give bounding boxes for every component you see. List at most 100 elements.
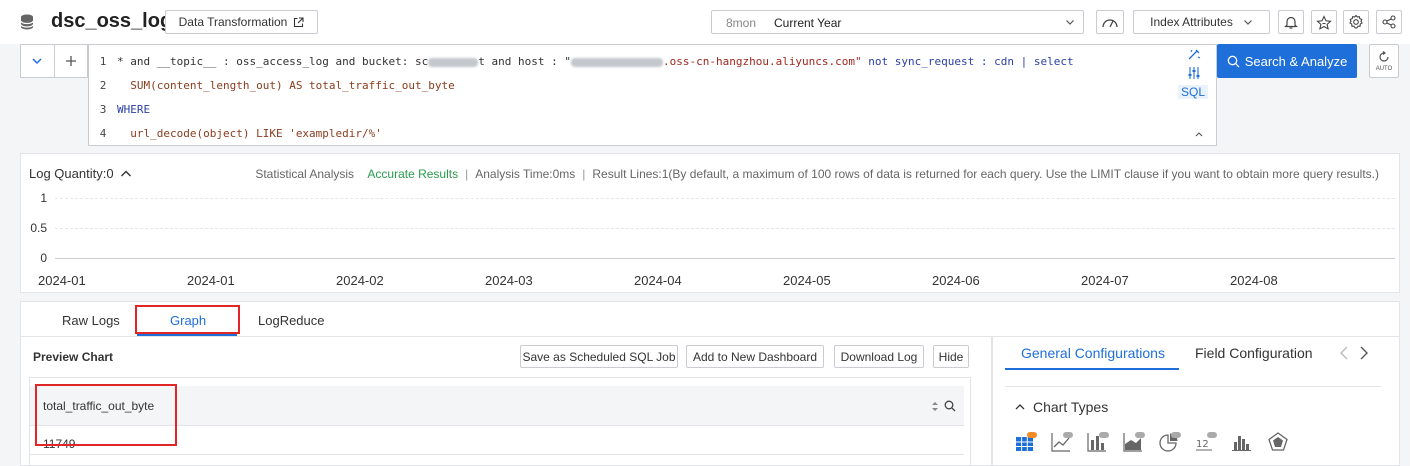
editor-tools (1180, 49, 1208, 80)
search-icon (1227, 55, 1240, 67)
column-tools (931, 400, 956, 412)
table-chart-icon[interactable] (1015, 432, 1037, 452)
collapse-query-button[interactable] (21, 45, 55, 77)
star-icon (1316, 14, 1332, 30)
result-table: total_traffic_out_byte 11749 (29, 377, 971, 466)
chevron-down-icon (1243, 20, 1252, 25)
grid-line (55, 198, 1395, 199)
preview-chart-panel: Preview Chart Save as Scheduled SQL Job … (20, 337, 992, 466)
time-range-badge: 8mon (726, 16, 757, 30)
index-attributes-label: Index Attributes (1150, 15, 1233, 29)
share-button[interactable] (1376, 10, 1402, 34)
chart-types-title: Chart Types (1033, 399, 1109, 415)
code-line-1: 1 * and __topic__ : oss_access_log and bu… (99, 55, 1074, 68)
auto-refresh-button[interactable]: AUTO (1369, 44, 1399, 78)
chevron-up-icon[interactable] (1194, 129, 1204, 139)
speedometer-icon (1102, 19, 1118, 28)
alert-bell-button[interactable] (1278, 10, 1304, 34)
speedometer-button[interactable] (1096, 10, 1124, 34)
y-tick-label: 0 (40, 251, 47, 265)
external-link-icon (294, 16, 304, 27)
tab-field-configuration[interactable]: Field Configuration (1195, 345, 1313, 361)
chevron-right-icon[interactable] (1359, 345, 1369, 361)
download-log-button[interactable]: Download Log (834, 345, 924, 368)
filter-sliders-icon[interactable] (1187, 66, 1201, 80)
x-tick-label: 2024-05 (783, 273, 831, 288)
x-tick-label: 2024-03 (485, 273, 533, 288)
hide-button[interactable]: Hide (933, 345, 969, 368)
code-line-1-part-b: t and host : " (478, 55, 571, 68)
gear-icon (1349, 14, 1363, 29)
search-icon[interactable] (944, 400, 956, 412)
histogram-chart-icon[interactable] (1231, 432, 1253, 452)
y-tick-label: 1 (40, 191, 47, 205)
bar-chart-icon[interactable] (1087, 432, 1109, 452)
active-tab-underline (137, 334, 237, 336)
index-attributes-button[interactable]: Index Attributes (1133, 10, 1270, 34)
settings-button[interactable] (1343, 10, 1369, 34)
chart-type-list: 12 (1015, 432, 1289, 452)
chart-types-toggle[interactable]: Chart Types (1015, 399, 1108, 415)
log-quantity-toggle[interactable]: Log Quantity:0 (29, 166, 132, 181)
radar-chart-icon[interactable] (1267, 432, 1289, 452)
x-tick-label: 2024-02 (336, 273, 384, 288)
refresh-icon (1379, 51, 1389, 62)
sql-tag[interactable]: SQL (1177, 85, 1208, 99)
tab-raw-logs[interactable]: Raw Logs (62, 313, 120, 328)
config-tab-nav (1339, 345, 1369, 361)
time-range-value: Current Year (774, 16, 842, 30)
grid-line (55, 228, 1395, 229)
preview-chart-title: Preview Chart (33, 350, 114, 364)
chevron-left-icon[interactable] (1339, 345, 1349, 361)
logstore-name: dsc_oss_log (51, 10, 173, 32)
single-value-icon[interactable]: 12 (1195, 432, 1217, 452)
redacted-bucket (428, 57, 479, 67)
code-line-1-part-a: * and __topic__ : oss_access_log and buc… (117, 55, 429, 68)
data-transformation-button[interactable]: Data Transformation (165, 10, 318, 34)
search-analyze-label: Search & Analyze (1244, 53, 1348, 69)
x-tick-label: 2024-06 (932, 273, 980, 288)
y-tick-label: 0.5 (30, 221, 47, 235)
chevron-down-icon (1066, 20, 1074, 25)
auto-label: AUTO (1375, 66, 1393, 72)
code-line-4-text: url_decode(object) LIKE 'exampledir/%' (130, 127, 382, 140)
add-query-button[interactable] (55, 45, 88, 77)
code-line-4: 4 url_decode(object) LIKE 'exampledir/%' (99, 127, 382, 140)
analysis-time-label: Analysis Time:0ms (475, 167, 576, 181)
chevron-up-icon (120, 170, 131, 176)
plus-icon (65, 56, 76, 66)
search-analyze-button[interactable]: Search & Analyze (1217, 44, 1357, 78)
code-line-3: 3 WHERE (99, 103, 151, 116)
query-editor[interactable]: 1 * and __topic__ : oss_access_log and bu… (88, 44, 1217, 146)
pie-chart-icon[interactable] (1159, 432, 1181, 452)
bell-icon (1284, 16, 1298, 29)
top-header: dsc_oss_log Data Transformation 8mon Cur… (0, 0, 1410, 44)
magic-wand-icon[interactable] (1187, 49, 1201, 61)
add-to-dashboard-button[interactable]: Add to New Dashboard (686, 345, 824, 368)
code-line-1-part-c: .oss-cn-hangzhou.aliyuncs.com" (662, 55, 862, 68)
code-line-2: 2 SUM(content_length_out) AS total_traff… (99, 79, 455, 92)
sort-icon[interactable] (931, 401, 939, 412)
chevron-up-icon (1015, 404, 1025, 410)
time-range-select[interactable]: 8mon Current Year (711, 10, 1084, 34)
config-tab-underline (1005, 368, 1179, 370)
redacted-host (570, 57, 663, 67)
tab-logreduce[interactable]: LogReduce (258, 313, 325, 328)
histogram-panel: Log Quantity:0 Statistical Analysis Accu… (20, 153, 1400, 293)
accurate-results-label: Accurate Results (367, 167, 459, 181)
highlight-result-cell (35, 384, 177, 446)
save-scheduled-sql-button[interactable]: Save as Scheduled SQL Job (520, 345, 678, 368)
x-axis-line (55, 258, 1395, 259)
result-lines-label: Result Lines:1(By default, a maximum of … (592, 167, 1379, 181)
chevron-down-icon (32, 58, 42, 65)
statistical-analysis-label: Statistical Analysis (255, 167, 355, 181)
data-transformation-label: Data Transformation (178, 15, 288, 29)
area-chart-icon[interactable] (1123, 432, 1145, 452)
highlight-graph-tab (135, 305, 240, 334)
tab-general-configurations[interactable]: General Configurations (1021, 345, 1165, 361)
line-chart-icon[interactable] (1051, 432, 1073, 452)
favorite-button[interactable] (1311, 10, 1337, 34)
code-line-3-text: WHERE (117, 103, 151, 116)
share-icon (1382, 15, 1396, 29)
code-line-2-text: SUM(content_length_out) AS total_traffic… (130, 79, 455, 92)
